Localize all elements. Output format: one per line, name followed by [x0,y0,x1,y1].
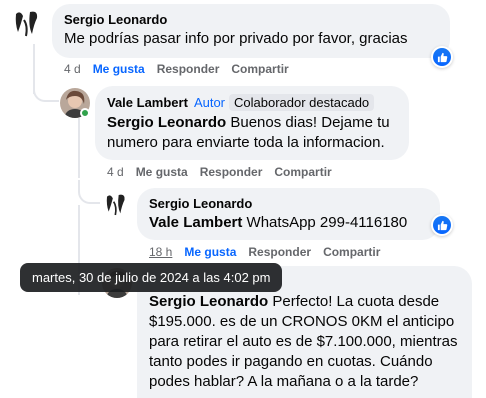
avatar[interactable] [102,190,132,220]
avatar[interactable] [10,6,46,42]
comment-bubble: Sergio Leonardo Vale Lambert WhatsApp 29… [137,188,440,240]
thread-connector [33,80,59,102]
share-button[interactable]: Compartir [274,165,331,179]
like-reaction-badge[interactable] [431,214,453,236]
thread-connector [78,180,100,204]
like-button[interactable]: Me gusta [136,165,188,179]
comment-text: Sergio Leonardo Buenos dias! Dejame tu n… [107,113,397,153]
reply-button[interactable]: Responder [157,62,220,76]
comment-author[interactable]: Sergio Leonardo [149,196,428,211]
like-button[interactable]: Me gusta [184,245,236,259]
top-contributor-badge: Colaborador destacado [229,94,375,111]
comment-author[interactable]: Vale Lambert [107,95,188,110]
comment-bubble: Vale Lambert Autor Colaborador destacado… [95,86,409,160]
online-status-dot [80,108,90,118]
comment-bubble: Sergio Leonardo Me podrías pasar info po… [52,4,450,58]
avatar-image [10,6,46,42]
author-role-label: Autor [193,95,226,110]
reply-button[interactable]: Responder [248,245,311,259]
comment-time[interactable]: 4 d [64,62,81,76]
share-button[interactable]: Compartir [323,245,380,259]
comment-actions: 18 h Me gusta Responder Compartir [149,245,380,259]
like-button[interactable]: Me gusta [93,62,145,76]
avatar-image [102,190,132,220]
mention-link[interactable]: Sergio Leonardo [107,114,226,131]
thread-line [78,118,80,178]
comment-actions: 4 d Me gusta Responder Compartir [64,62,289,76]
share-button[interactable]: Compartir [231,62,288,76]
comment-actions: 4 d Me gusta Responder Compartir [107,165,332,179]
comment-text: Vale Lambert WhatsApp 299-4116180 [149,213,428,233]
comment-author[interactable]: Sergio Leonardo [64,12,438,27]
comment-body: WhatsApp 299-4116180 [242,214,408,231]
like-reaction-badge[interactable] [431,46,453,68]
thumbs-up-icon [437,52,447,62]
thumbs-up-icon [437,220,447,230]
timestamp-tooltip: martes, 30 de julio de 2024 a las 4:02 p… [20,263,283,292]
reply-button[interactable]: Responder [200,165,263,179]
comment-text: Sergio Leonardo Perfecto! La cuota desde… [149,292,460,392]
comment-time[interactable]: 4 d [107,165,124,179]
mention-link[interactable]: Vale Lambert [149,214,242,231]
mention-link[interactable]: Sergio Leonardo [149,293,268,310]
comment-text: Me podrías pasar info por privado por fa… [64,30,408,47]
comment-time[interactable]: 18 h [149,245,172,259]
